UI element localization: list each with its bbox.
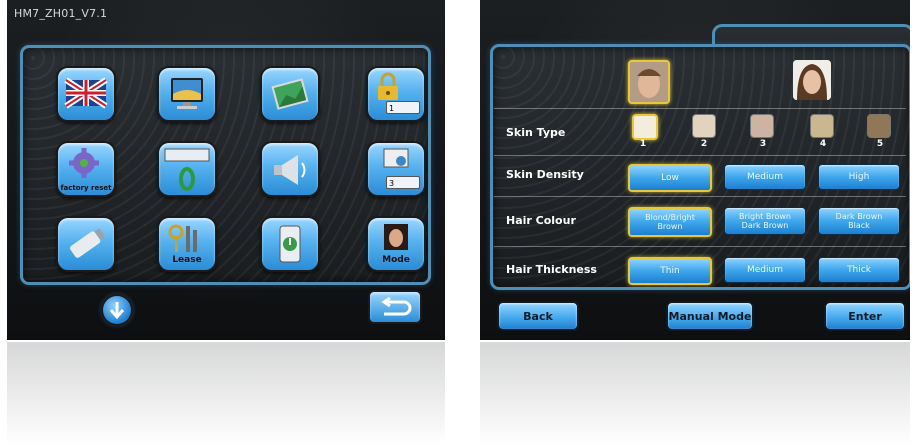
usb-button[interactable] [56, 216, 116, 272]
male-gender-button[interactable] [628, 60, 670, 104]
password-button[interactable]: 1 [366, 66, 426, 122]
counter-reset-icon [164, 148, 210, 191]
firmware-version: HM7_ZH01_V7.1 [14, 7, 108, 20]
settings-field: 3 [386, 176, 420, 189]
option-line: Dark Brown [835, 212, 883, 221]
monitor-icon [171, 78, 203, 109]
skin-type-3-swatch[interactable] [750, 114, 774, 138]
timer-icon [279, 225, 301, 263]
wallpaper-button[interactable] [260, 66, 320, 122]
option-line: Brown [657, 222, 683, 231]
skin-type-1-swatch[interactable] [632, 114, 658, 140]
female-gender-button[interactable] [793, 60, 831, 100]
option-line: Dark Brown [741, 221, 789, 230]
usb-drive-icon [70, 228, 106, 258]
skin-density-medium-button[interactable]: Medium [724, 164, 806, 190]
female-face-icon [793, 60, 831, 100]
skin-type-number: 5 [876, 139, 884, 149]
row-divider [494, 246, 906, 247]
male-face-icon [630, 62, 668, 102]
hair-colour-brown-button[interactable]: Bright Brown Dark Brown [724, 207, 806, 235]
option-line: Blond/Bright [645, 213, 695, 222]
return-arrow-icon [381, 296, 412, 316]
row-divider [494, 108, 906, 109]
hair-colour-blond-button[interactable]: Blond/Bright Brown [628, 207, 712, 237]
hair-colour-dark-button[interactable]: Dark Brown Black [818, 207, 900, 235]
skin-type-4-swatch[interactable] [810, 114, 834, 138]
skin-type-label: Skin Type [506, 126, 566, 139]
hair-thickness-thick-button[interactable]: Thick [818, 257, 900, 283]
language-button[interactable] [56, 66, 116, 122]
manual-mode-button[interactable]: Manual Mode [666, 301, 754, 331]
skin-density-low-button[interactable]: Low [628, 164, 712, 192]
picture-icon [271, 78, 309, 110]
screen-reflection [7, 342, 445, 446]
arrow-down-icon [109, 302, 125, 320]
system-settings-button[interactable]: 3 [366, 141, 426, 197]
speaker-icon [274, 155, 306, 185]
row-divider [494, 155, 906, 156]
mode-label: Mode [382, 255, 410, 265]
skin-type-5-swatch[interactable] [867, 114, 891, 138]
scroll-down-button[interactable] [103, 296, 131, 324]
hair-thickness-label: Hair Thickness [506, 263, 597, 276]
factory-reset-button[interactable]: factory reset [56, 141, 116, 197]
enter-button[interactable]: Enter [824, 301, 906, 331]
lease-label: Lease [172, 255, 202, 265]
screen-reflection [480, 342, 910, 446]
sound-button[interactable] [260, 141, 320, 197]
back-button[interactable]: Back [497, 301, 579, 331]
treatment-settings-screen: Skin Type 1 2 3 4 5 Skin Density Low Med… [480, 0, 910, 340]
timer-button[interactable] [260, 216, 320, 272]
skin-type-2-swatch[interactable] [692, 114, 716, 138]
display-settings-button[interactable] [157, 66, 217, 122]
skin-density-high-button[interactable]: High [818, 164, 900, 190]
hair-thickness-thin-button[interactable]: Thin [628, 257, 712, 285]
password-field: 1 [386, 101, 420, 114]
option-line: Bright Brown [739, 212, 791, 221]
hair-colour-label: Hair Colour [506, 214, 576, 227]
skin-type-number: 1 [639, 139, 647, 149]
row-divider [494, 196, 906, 197]
uk-flag-icon [64, 77, 108, 109]
mode-button[interactable]: Mode [366, 216, 426, 272]
counter-reset-button[interactable] [157, 141, 217, 197]
skin-type-number: 2 [700, 139, 708, 149]
option-line: Black [848, 221, 870, 230]
skin-type-number: 3 [759, 139, 767, 149]
hair-thickness-medium-button[interactable]: Medium [724, 257, 806, 283]
lease-button[interactable]: Lease [157, 216, 217, 272]
settings-screen: HM7_ZH01_V7.1 1 factory reset 3 Lease Mo… [7, 0, 445, 340]
factory-reset-label: factory reset [60, 184, 112, 192]
skin-density-label: Skin Density [506, 168, 584, 181]
return-button[interactable] [368, 290, 422, 324]
settings-panel: 1 factory reset 3 Lease Mode [20, 45, 431, 285]
skin-type-number: 4 [819, 139, 827, 149]
